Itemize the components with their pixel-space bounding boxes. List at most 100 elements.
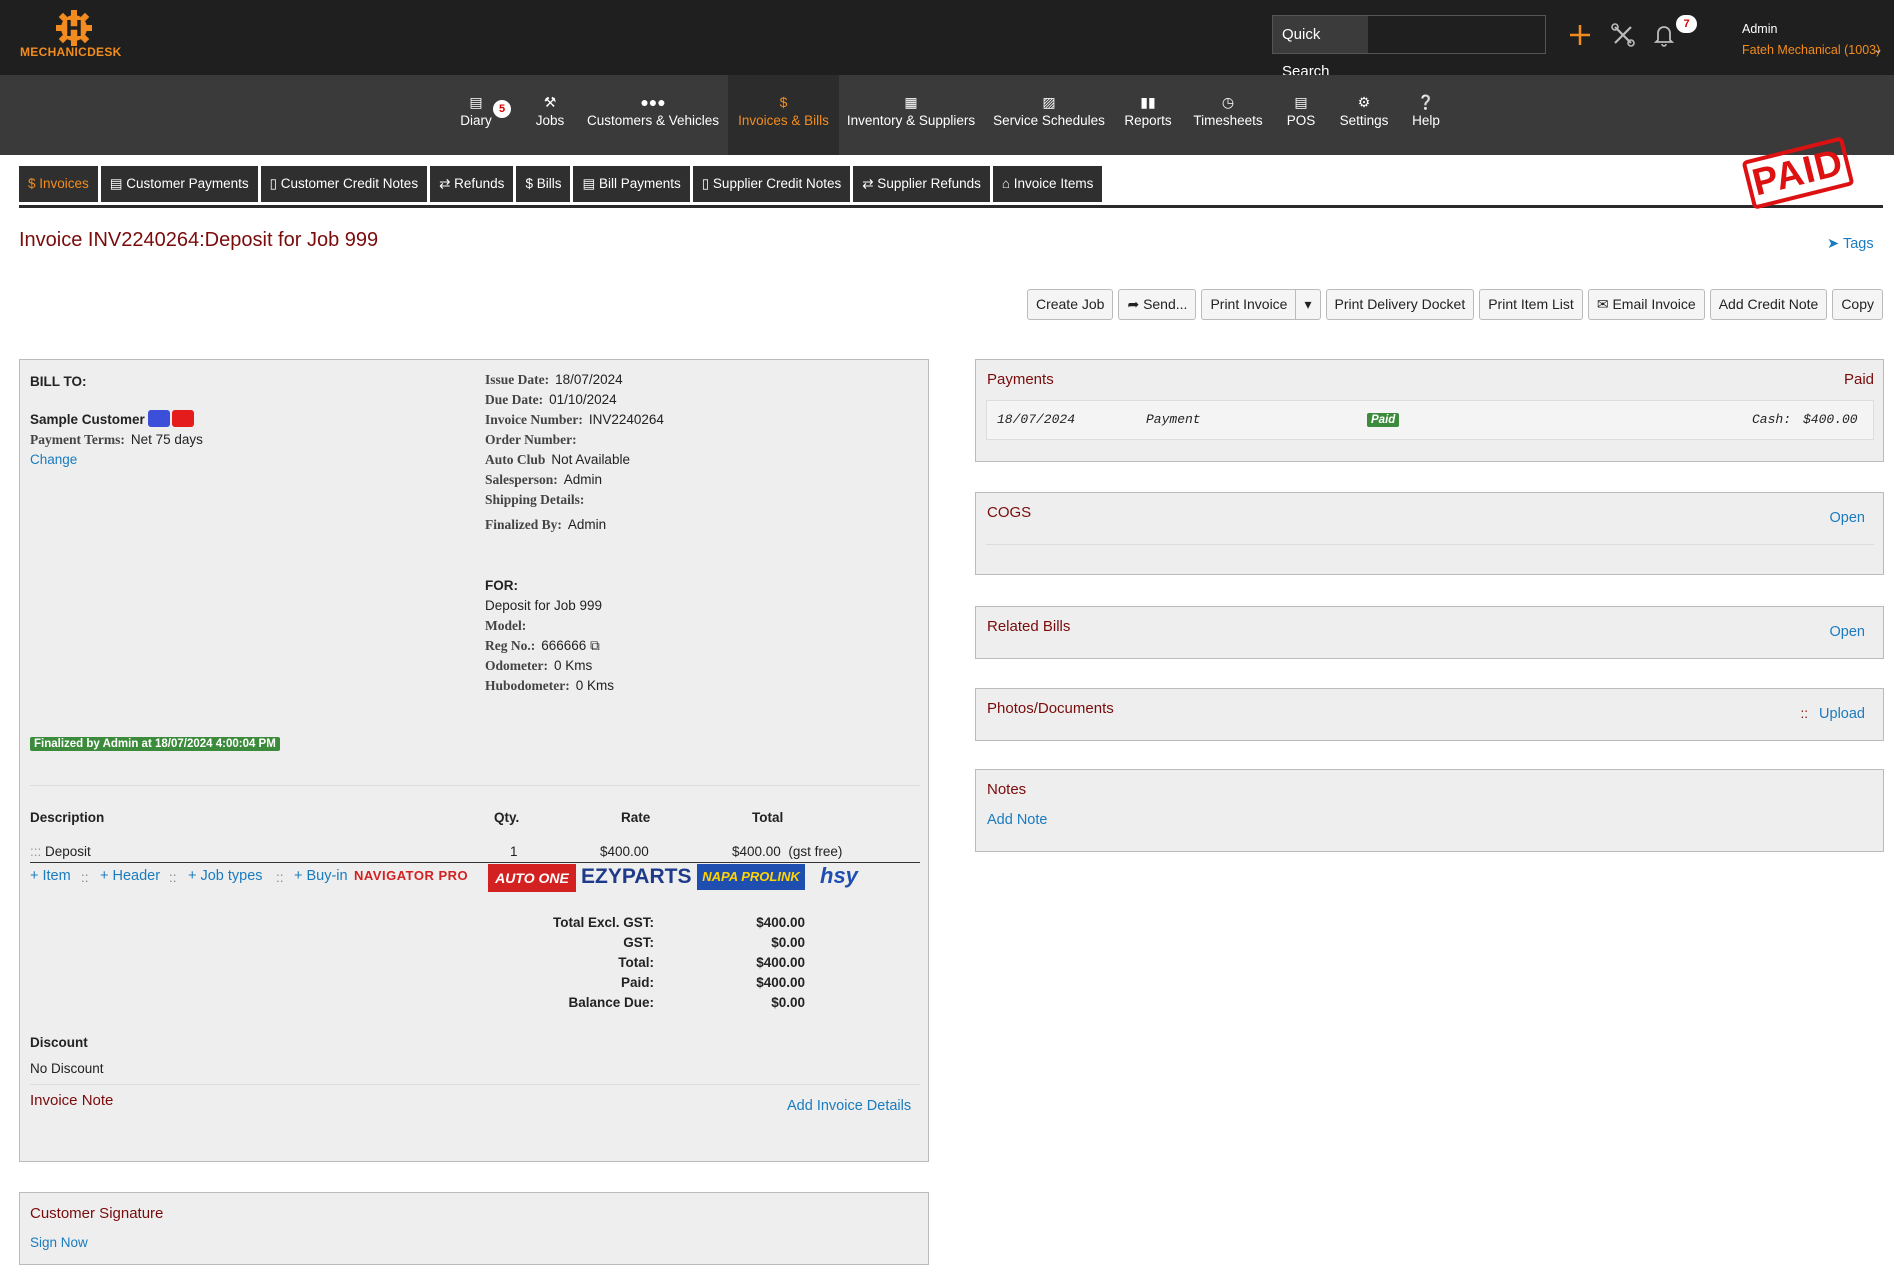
quick-search-input[interactable]: [1368, 16, 1545, 53]
tab-refunds[interactable]: ⇄ Refunds: [430, 166, 514, 202]
sign-now-link[interactable]: Sign Now: [30, 1235, 88, 1250]
payment-row[interactable]: 18/07/2024 Payment Paid Cash: $400.00: [986, 400, 1874, 440]
tags-link[interactable]: ➤ Tags: [1827, 236, 1874, 252]
send-button[interactable]: ➦ Send...: [1118, 289, 1197, 320]
customer-flag-blue: [148, 410, 170, 427]
user-name[interactable]: Admin: [1742, 22, 1777, 36]
copy-button[interactable]: Copy: [1832, 289, 1883, 320]
tab-invoice-items[interactable]: ⌂ Invoice Items: [992, 166, 1103, 202]
col-total: Total: [752, 810, 784, 825]
store-icon: ▤: [1294, 94, 1308, 110]
add-buy-in-link[interactable]: + Buy-in: [294, 868, 348, 884]
add-invoice-details-link[interactable]: Add Invoice Details: [787, 1098, 911, 1114]
separator: ::: [276, 870, 284, 885]
line-total: $400.00 (gst free): [732, 844, 842, 859]
issue-date: Issue Date: 18/07/2024: [485, 372, 623, 388]
col-rate: Rate: [621, 810, 651, 825]
caret-down-icon: ▾: [1304, 296, 1312, 312]
ezyparts-logo[interactable]: EZYPARTS: [581, 865, 691, 889]
tab-customer-credit-notes[interactable]: ▯ Customer Credit Notes: [260, 166, 428, 202]
nav-timesheets[interactable]: ◷ Timesheets: [1190, 75, 1266, 155]
app-name: MECHANICDESK: [20, 45, 122, 59]
tab-bills[interactable]: $ Bills: [516, 166, 571, 202]
tab-supplier-refunds[interactable]: ⇄ Supplier Refunds: [853, 166, 990, 202]
finalized-by: Finalized By: Admin: [485, 517, 606, 533]
customer-name[interactable]: Sample Customer: [30, 412, 145, 427]
nav-help[interactable]: ❔ Help: [1408, 75, 1444, 155]
nav-label: Invoices & Bills: [738, 113, 829, 128]
salesperson: Salesperson: Admin: [485, 472, 602, 488]
reg-no: Reg No.: 666666 ⧉: [485, 638, 600, 654]
tab-customer-payments[interactable]: ▤ Customer Payments: [100, 166, 258, 202]
tools-icon[interactable]: [1610, 22, 1636, 48]
print-delivery-docket-button[interactable]: Print Delivery Docket: [1325, 289, 1475, 320]
app-logo[interactable]: MECHANICDESK: [18, 8, 130, 64]
upload-link[interactable]: Upload: [1819, 706, 1865, 722]
calendar-icon: ▤: [469, 94, 483, 110]
nav-inventory-suppliers[interactable]: ▦ Inventory & Suppliers: [846, 75, 976, 155]
nav-invoices-bills[interactable]: $ Invoices & Bills: [728, 75, 839, 155]
payments-panel: Payments Paid 18/07/2024 Payment Paid Ca…: [975, 359, 1884, 462]
line-tax-note: (gst free): [788, 844, 843, 859]
nav-reports[interactable]: ▮▮ Reports: [1122, 75, 1174, 155]
add-job-types-link[interactable]: + Job types: [188, 868, 263, 884]
add-credit-note-button[interactable]: Add Credit Note: [1709, 289, 1828, 320]
email-invoice-button[interactable]: ✉ Email Invoice: [1587, 289, 1705, 320]
copy-icon[interactable]: ⧉: [590, 638, 600, 653]
company-selector[interactable]: Fateh Mechanical (1003): [1742, 43, 1880, 57]
total-label: Balance Due:: [568, 995, 654, 1010]
nav-diary[interactable]: ▤ Diary: [452, 75, 500, 155]
nav-label: Settings: [1339, 113, 1389, 128]
due-date-value: 01/10/2024: [549, 392, 617, 407]
nav-jobs[interactable]: ⚒ Jobs: [528, 75, 572, 155]
payment-paid-badge: Paid: [1367, 413, 1400, 427]
auto-one-logo[interactable]: AUTO ONE: [488, 864, 576, 892]
order-number-label: Order Number:: [485, 432, 577, 447]
nav-label: Timesheets: [1193, 113, 1263, 128]
add-item-link[interactable]: + Item: [30, 868, 71, 884]
table-bottom-line: [30, 862, 920, 863]
napa-prolink-logo[interactable]: NAPA PROLINK: [697, 864, 805, 890]
drag-handle-icon[interactable]: :::: [30, 844, 41, 859]
payment-date: 18/07/2024: [997, 412, 1076, 427]
bell-icon[interactable]: [1651, 22, 1677, 48]
add-header-link[interactable]: + Header: [100, 868, 160, 884]
cogs-open-link[interactable]: Open: [1830, 510, 1865, 526]
auto-club-label: Auto Club: [485, 452, 546, 467]
print-item-list-button[interactable]: Print Item List: [1479, 289, 1583, 320]
nav-pos[interactable]: ▤ POS: [1283, 75, 1319, 155]
print-invoice-dropdown[interactable]: ▾: [1295, 289, 1321, 320]
related-bills-title: Related Bills: [987, 618, 1071, 635]
print-invoice-button[interactable]: Print Invoice: [1201, 289, 1297, 320]
clock-icon: ◷: [1221, 94, 1235, 110]
change-customer-link[interactable]: Change: [30, 452, 77, 467]
quick-search: Quick Search: [1272, 15, 1546, 80]
add-icon[interactable]: [1567, 22, 1593, 48]
users-icon: ●●●: [640, 94, 666, 110]
related-bills-open-link[interactable]: Open: [1830, 624, 1865, 640]
wrench-icon: ⚒: [543, 94, 557, 110]
nav-label: Inventory & Suppliers: [846, 113, 976, 128]
hsy-logo[interactable]: hsy: [820, 863, 858, 889]
logo-gear-icon: [56, 10, 92, 46]
tab-invoices[interactable]: $ Invoices: [19, 166, 98, 202]
customer-flag-red: [172, 410, 194, 427]
clipboard-icon: ▨: [1042, 94, 1056, 110]
chevron-down-icon[interactable]: ⌄: [1873, 42, 1883, 56]
due-date-label: Due Date:: [485, 392, 544, 407]
nav-label: Jobs: [535, 113, 565, 128]
payment-type: Payment: [1146, 412, 1201, 427]
create-job-button[interactable]: Create Job: [1026, 289, 1114, 320]
separator: ::: [1800, 706, 1808, 721]
nav-service-schedules[interactable]: ▨ Service Schedules: [991, 75, 1107, 155]
tab-supplier-credit-notes[interactable]: ▯ Supplier Credit Notes: [692, 166, 851, 202]
tab-bill-payments[interactable]: ▤ Bill Payments: [573, 166, 690, 202]
add-note-link[interactable]: Add Note: [987, 812, 1047, 828]
nav-label: Diary: [460, 113, 492, 128]
signature-title: Customer Signature: [30, 1205, 164, 1222]
chart-icon: ▮▮: [1140, 94, 1156, 110]
nav-customers-vehicles[interactable]: ●●● Customers & Vehicles: [583, 75, 723, 155]
navigator-pro-logo[interactable]: NAVIGATOR PRO: [354, 868, 468, 883]
invoice-note-label: Invoice Note: [30, 1092, 114, 1109]
nav-settings[interactable]: ⚙ Settings: [1336, 75, 1392, 155]
